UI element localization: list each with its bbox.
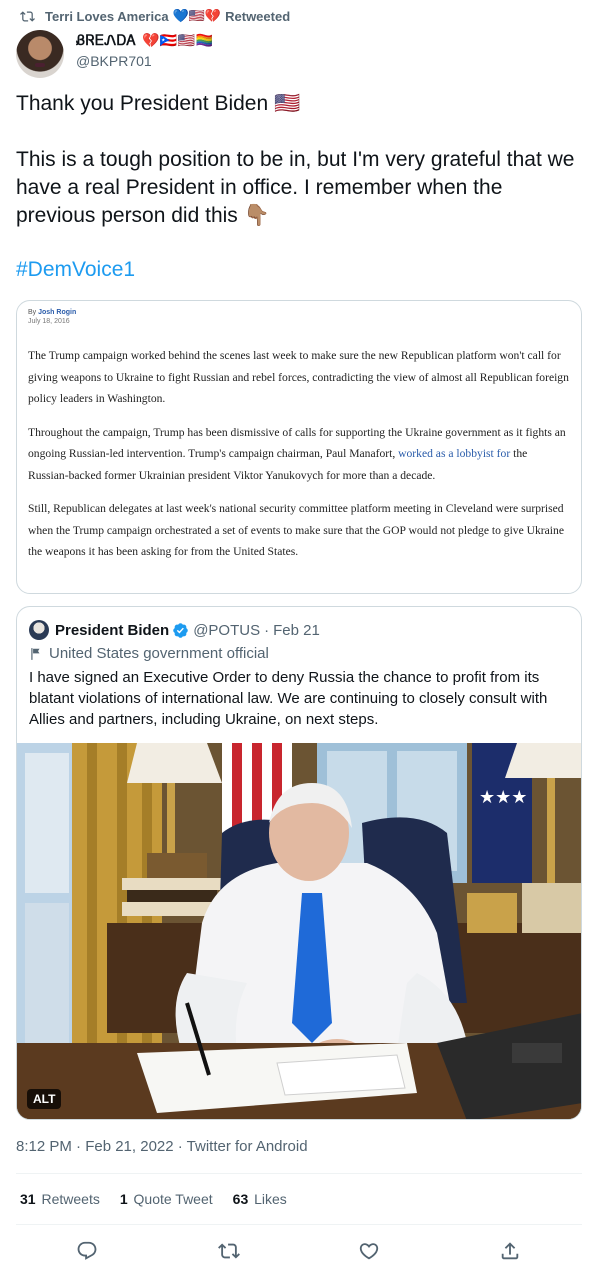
alt-text-badge[interactable]: ALT	[27, 1089, 62, 1109]
retweet-context[interactable]: Terri Loves America 💙🇺🇸💔 Retweeted	[20, 6, 290, 26]
author-handle[interactable]: @BKPR701	[76, 53, 214, 69]
article-date: July 18, 2016	[28, 318, 70, 325]
retweeted-label: Retweeted	[225, 8, 291, 24]
divider	[16, 1224, 582, 1225]
hashtag-link[interactable]: #DemVoice1	[16, 258, 135, 282]
reply-button[interactable]	[76, 1240, 98, 1262]
tweet-photo[interactable]: ★★★ ALT	[17, 743, 581, 1119]
divider	[16, 1173, 582, 1174]
verified-badge-icon	[173, 622, 188, 638]
tweet-text: Thank you President Biden 🇺🇸 This is a t…	[16, 92, 575, 227]
quote-author-name[interactable]: President Biden	[55, 622, 169, 639]
retweet-icon	[20, 10, 35, 22]
quote-handle[interactable]: @POTUS	[193, 622, 260, 639]
quote-date[interactable]: Feb 21	[273, 622, 320, 639]
retweet-icon	[218, 1243, 240, 1259]
article-byline: By Josh Rogin	[28, 309, 77, 316]
retweeter-flags: 💙🇺🇸💔	[172, 8, 222, 23]
retweets-stat[interactable]: 31 Retweets	[20, 1191, 100, 1207]
article-paragraph: Still, Republican delegates at last week…	[28, 502, 564, 558]
quote-header: President Biden @POTUS · Feb 21	[29, 620, 320, 640]
government-label[interactable]: United States government official	[29, 645, 269, 662]
retweet-button[interactable]	[218, 1240, 240, 1262]
government-label-text: United States government official	[49, 645, 269, 662]
article-paragraph: The Trump campaign worked behind the sce…	[28, 349, 569, 405]
article-paragraph: Throughout the campaign, Trump has been …	[28, 425, 566, 482]
article-author: Josh Rogin	[38, 309, 77, 316]
likes-stat[interactable]: 63 Likes	[233, 1191, 287, 1207]
tweet-author[interactable]: ᏰᏒᎬᏁᎠᎪ 💔🇵🇷🇺🇸🏳️‍🌈 @BKPR701	[16, 30, 214, 78]
action-bar	[0, 1236, 598, 1264]
retweeter-name[interactable]: Terri Loves America	[45, 9, 169, 24]
quote-avatar[interactable]	[29, 620, 49, 640]
engagement-stats: 31 Retweets 1 Quote Tweet 63 Likes	[20, 1191, 307, 1207]
article-image[interactable]: By Josh Rogin July 18, 2016 The Trump ca…	[16, 300, 582, 594]
author-display-name[interactable]: ᏰᏒᎬᏁᎠᎪ 💔🇵🇷🇺🇸🏳️‍🌈	[76, 33, 214, 49]
quote-tweet[interactable]: President Biden @POTUS · Feb 21 United S…	[16, 606, 582, 1120]
avatar[interactable]	[16, 30, 64, 78]
tweet-timestamp[interactable]: 8:12 PM · Feb 21, 2022 · Twitter for And…	[16, 1138, 308, 1155]
quote-text: I have signed an Executive Order to deny…	[29, 669, 548, 728]
reply-icon	[77, 1241, 97, 1260]
like-icon	[359, 1243, 379, 1260]
flag-icon	[31, 647, 40, 660]
share-icon	[501, 1242, 519, 1260]
article-inline-link: worked as a lobbyist for	[398, 447, 511, 460]
biden-signing-photo: ★★★	[17, 743, 581, 1119]
like-button[interactable]	[358, 1240, 380, 1262]
svg-text:★★★: ★★★	[479, 787, 527, 808]
share-button[interactable]	[499, 1240, 521, 1262]
quote-tweets-stat[interactable]: 1 Quote Tweet	[120, 1191, 213, 1207]
